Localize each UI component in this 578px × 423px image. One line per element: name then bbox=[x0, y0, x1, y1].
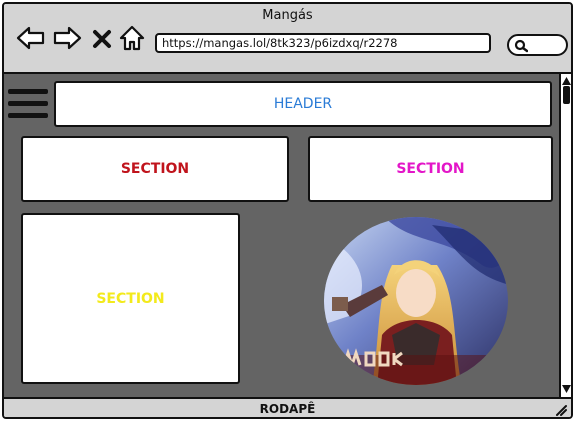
header-label: HEADER bbox=[273, 96, 333, 112]
section-3: SECTION bbox=[21, 213, 240, 384]
section-1: SECTION bbox=[21, 136, 289, 202]
footer-label: RODAPÊ bbox=[259, 402, 316, 416]
arrow-left-icon bbox=[16, 26, 45, 50]
window-title: Mangás bbox=[262, 8, 313, 23]
section-2-label: SECTION bbox=[396, 161, 465, 177]
section-2: SECTION bbox=[308, 136, 553, 202]
address-bar[interactable]: https://mangas.lol/8tk323/p6izdxq/r2278 bbox=[155, 33, 491, 53]
section-1-label: SECTION bbox=[120, 161, 190, 177]
browser-window: Mangás https://mangas.lol/8tk323/p6izdxq… bbox=[2, 2, 573, 419]
scroll-thumb[interactable] bbox=[563, 86, 570, 104]
search-field[interactable] bbox=[507, 34, 568, 56]
scroll-down-icon[interactable] bbox=[562, 385, 571, 393]
footer: RODAPÊ bbox=[4, 397, 571, 417]
resize-grip-icon[interactable] bbox=[555, 404, 567, 416]
arrow-right-icon bbox=[53, 26, 82, 50]
stop-button[interactable] bbox=[90, 24, 114, 52]
vertical-scrollbar[interactable] bbox=[559, 74, 571, 397]
section-3-label: SECTION bbox=[96, 290, 165, 307]
close-x-icon bbox=[93, 30, 111, 48]
scroll-up-icon[interactable] bbox=[562, 77, 571, 85]
back-button[interactable] bbox=[16, 24, 46, 52]
search-icon bbox=[514, 39, 528, 53]
page-viewport: HEADER SECTION SECTION SECTION bbox=[4, 74, 559, 397]
manga-cover-image bbox=[324, 217, 508, 385]
home-button[interactable] bbox=[118, 24, 146, 52]
home-icon bbox=[119, 25, 145, 51]
forward-button[interactable] bbox=[52, 24, 82, 52]
header-section: HEADER bbox=[54, 81, 552, 127]
hamburger-menu-icon[interactable] bbox=[8, 86, 48, 122]
titlebar: Mangás https://mangas.lol/8tk323/p6izdxq… bbox=[4, 4, 571, 74]
